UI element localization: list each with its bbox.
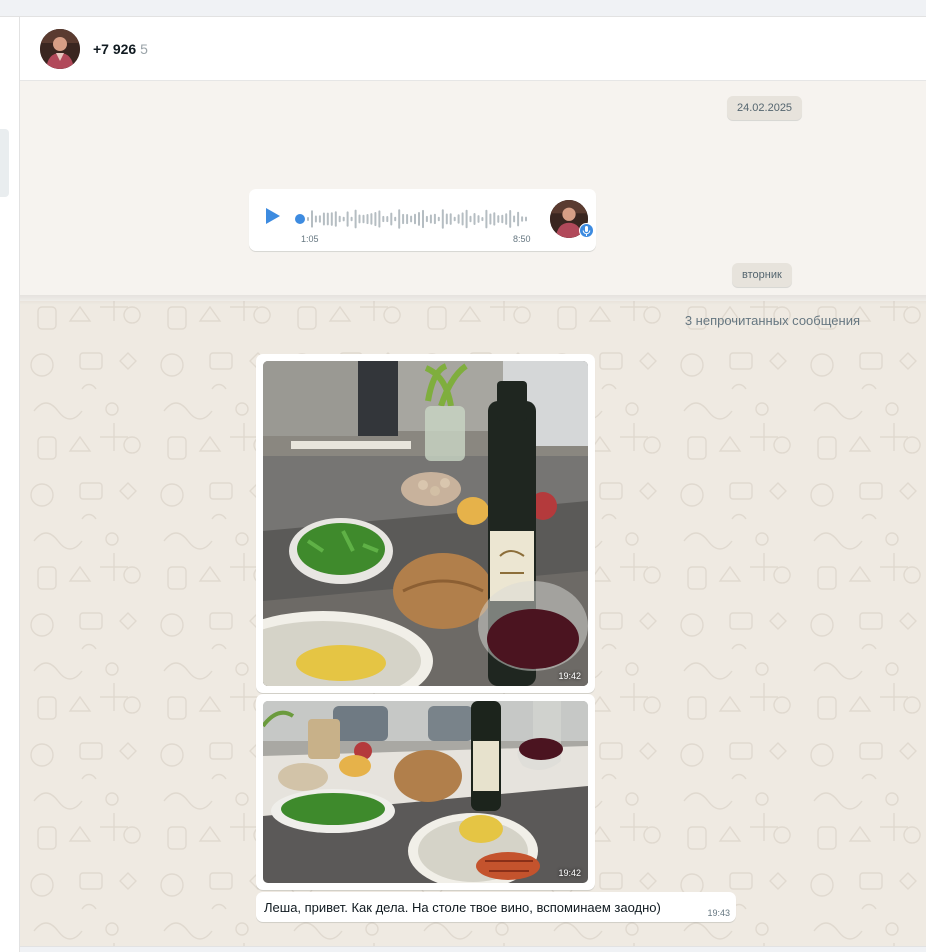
waveform-bar [433, 213, 436, 225]
waveform-bar [398, 209, 401, 229]
waveform-bar [370, 213, 373, 225]
photo-message[interactable]: 19:42 [256, 354, 595, 693]
waveform-bar [501, 214, 504, 224]
waveform-bar [485, 209, 488, 229]
waveform-bar [513, 215, 516, 223]
waveform-bar [311, 210, 313, 228]
waveform-bar [338, 215, 341, 223]
waveform-bar [366, 214, 369, 225]
waveform-bar [362, 214, 365, 224]
waveform-bar [481, 217, 484, 222]
waveform-bar [382, 215, 385, 223]
waveform-bar [390, 212, 393, 226]
message-timestamp: 19:42 [558, 671, 581, 681]
waveform-bar [394, 216, 397, 222]
day-separator: вторник [732, 263, 792, 287]
composer-bar[interactable] [20, 946, 926, 952]
waveform-bar [334, 211, 337, 227]
waveform-bar [453, 216, 456, 222]
waveform-bar [330, 212, 333, 226]
waveform-bar [350, 216, 353, 222]
waveform-bar [465, 209, 468, 229]
waveform-bar [509, 210, 512, 228]
waveform-bar [378, 210, 381, 228]
waveform[interactable] [307, 205, 529, 233]
contact-name[interactable]: +7 926 5 [93, 41, 148, 57]
waveform-bar [497, 215, 500, 223]
waveform-bar [374, 212, 377, 227]
waveform-bar [477, 215, 480, 223]
photo[interactable]: 19:42 [263, 361, 588, 686]
waveform-bar [437, 216, 440, 222]
avatar[interactable] [40, 28, 80, 69]
waveform-bar [473, 213, 476, 225]
waveform-bar [386, 216, 389, 223]
waveform-bar [449, 213, 452, 225]
window-top-bar [0, 0, 926, 17]
waveform-bar [469, 215, 472, 223]
photo-image [263, 701, 588, 883]
microphone-icon [579, 223, 594, 238]
waveform-bar [461, 212, 464, 226]
voice-message[interactable]: 1:05 8:50 [249, 189, 596, 251]
waveform-bar [318, 215, 321, 223]
waveform-bar [429, 214, 432, 224]
waveform-bar [414, 213, 416, 225]
waveform-bar [505, 213, 508, 225]
photo-message[interactable]: 19:42 [256, 694, 595, 890]
waveform-bar [406, 214, 409, 225]
voice-current-time: 1:05 [301, 234, 319, 244]
unread-messages-divider: 3 непрочитанных сообщения [684, 313, 860, 328]
waveform-bar [445, 213, 448, 225]
chat-header[interactable]: +7 926 5 [20, 17, 926, 81]
waveform-bar [418, 212, 420, 226]
play-icon[interactable] [266, 208, 280, 224]
waveform-bar [314, 215, 317, 223]
waveform-bar [410, 215, 413, 223]
waveform-bar [326, 212, 329, 226]
photo[interactable]: 19:42 [263, 701, 588, 883]
message-timestamp: 19:42 [558, 868, 581, 878]
date-separator: 24.02.2025 [727, 96, 803, 120]
chat-list-edge [0, 17, 20, 952]
waveform-bar [441, 209, 444, 229]
playback-scrubber[interactable] [295, 214, 305, 224]
waveform-bar [489, 213, 492, 225]
waveform-bar [493, 212, 496, 226]
waveform-bar [422, 209, 424, 229]
waveform-bar [525, 216, 527, 222]
waveform-bar [307, 217, 309, 221]
waveform-bar [346, 211, 349, 227]
message-text: Леша, привет. Как дела. На столе твое ви… [264, 900, 661, 915]
waveform-bar [521, 216, 524, 222]
panel-handle[interactable] [0, 129, 9, 197]
waveform-bar [457, 214, 460, 224]
zone-divider [20, 295, 926, 305]
waveform-bar [342, 216, 345, 222]
message-list[interactable]: 24.02.2025 1:05 8:50 вторник 3 непрочита… [20, 81, 926, 946]
waveform-bar [425, 215, 428, 223]
waveform-bar [517, 211, 520, 227]
message-timestamp: 19:43 [707, 908, 730, 918]
waveform-bar [402, 213, 405, 225]
photo-image [263, 361, 588, 686]
voice-duration: 8:50 [513, 234, 531, 244]
text-message[interactable]: Леша, привет. Как дела. На столе твое ви… [256, 892, 736, 922]
waveform-bar [322, 212, 325, 226]
waveform-bar [354, 209, 357, 229]
waveform-bar [358, 214, 361, 224]
